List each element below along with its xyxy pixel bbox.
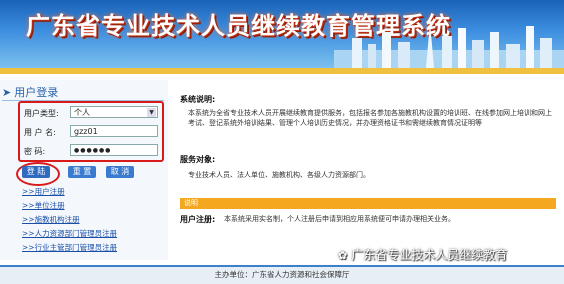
arrow-icon: ➤: [2, 86, 12, 99]
login-heading: ➤ 用户登录: [2, 84, 164, 101]
header-accent-strip: [0, 68, 564, 74]
user-type-select[interactable]: 个人 ▼: [70, 106, 158, 118]
link-unit-register[interactable]: >>单位注册: [22, 200, 65, 211]
login-button[interactable]: 登 陆: [22, 166, 50, 178]
username-label: 用 户 名:: [24, 128, 56, 137]
link-hr-admin-register[interactable]: >>人力资源部门管理员注册: [22, 228, 117, 239]
password-label: 密 码:: [24, 147, 46, 156]
service-heading: 服务对象:: [180, 155, 216, 164]
login-form: 用户类型: 个人 ▼ 用 户 名: gzz01 密 码: ●●●●●●: [18, 101, 164, 162]
notes-bar-label: 说明: [184, 199, 198, 207]
cancel-button[interactable]: 取 消: [106, 166, 134, 178]
login-heading-label: 用户登录: [14, 86, 59, 99]
chevron-down-icon[interactable]: ▼: [147, 108, 156, 117]
service-description: 专业技术人员、法人单位、施教机构、各级人力资源部门。: [188, 171, 370, 179]
notes-bar: 说明: [180, 198, 556, 209]
link-user-register[interactable]: >>用户注册: [22, 186, 65, 197]
link-institution-register[interactable]: >>施教机构注册: [22, 214, 80, 225]
user-type-label: 用户类型:: [24, 109, 59, 118]
register-heading: 用户注册:: [180, 215, 216, 224]
system-description: 本系统为全省专业技术人员开展继续教育提供服务，包括报名参加各施教机构设置的培训班…: [188, 109, 552, 127]
password-input[interactable]: ●●●●●●: [70, 144, 158, 156]
user-type-value: 个人: [74, 108, 90, 117]
reset-button[interactable]: 重 置: [68, 166, 96, 178]
header-banner: 广东省专业技术人员继续教育管理系统: [0, 0, 564, 68]
city-skyline-illustration: [334, 22, 564, 68]
register-description: 本系统采用实名制，个人注册后申请到相应用系统便可申请办理相关业务。: [224, 215, 455, 223]
page-footer: 主办单位：广东省人力资源和社会保障厅: [0, 265, 564, 284]
system-heading: 系统说明:: [180, 95, 216, 104]
username-input[interactable]: gzz01: [70, 125, 158, 137]
wechat-icon: ✿: [338, 249, 348, 262]
watermark-text: 广东省专业技术人员继续教育: [351, 248, 508, 262]
link-industry-admin-register[interactable]: >>行业主管部门管理员注册: [22, 242, 117, 253]
account-watermark: ✿ 广东省专业技术人员继续教育: [338, 246, 507, 263]
